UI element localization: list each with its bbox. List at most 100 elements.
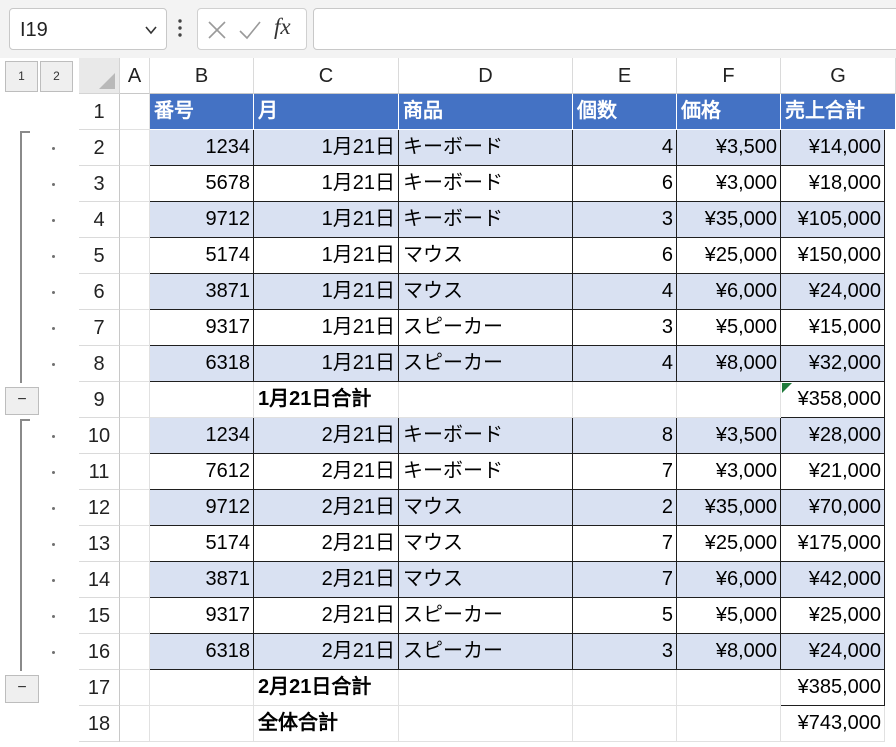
insert-function-icon[interactable]: fx [274,14,291,40]
cell-id[interactable]: 9317 [150,310,254,346]
cell-product[interactable]: キーボード [399,166,573,202]
cell[interactable] [120,346,150,382]
cell[interactable] [150,382,254,418]
check-icon[interactable] [238,19,262,41]
cell-qty[interactable]: 3 [573,634,677,670]
cell[interactable] [120,706,150,742]
name-box[interactable]: I19 [9,8,167,50]
cell-product[interactable]: キーボード [399,130,573,166]
cell-id[interactable]: 1234 [150,130,254,166]
cell[interactable] [120,130,150,166]
cell-price[interactable]: ¥35,000 [677,202,781,238]
cell-date[interactable]: 2月21日 [254,418,399,454]
cell-total[interactable]: ¥14,000 [781,130,885,166]
cell[interactable] [120,418,150,454]
cell-qty[interactable]: 3 [573,310,677,346]
cell-total[interactable]: ¥70,000 [781,490,885,526]
cell[interactable] [150,706,254,742]
column-header-c[interactable]: C [254,58,399,94]
subtotal-label[interactable]: 2月21日合計 [254,670,399,706]
cell-total[interactable]: ¥24,000 [781,274,885,310]
cell[interactable] [399,706,573,742]
row-header[interactable]: 11 [79,454,120,490]
cell-price[interactable]: ¥3,000 [677,454,781,490]
cell-total[interactable]: ¥24,000 [781,634,885,670]
cell-id[interactable]: 9712 [150,202,254,238]
outline-level-1-button[interactable]: 1 [5,61,38,92]
more-options-icon[interactable] [176,18,184,38]
cell-product[interactable]: スピーカー [399,310,573,346]
cell-qty[interactable]: 8 [573,418,677,454]
cell-qty[interactable]: 3 [573,202,677,238]
cell-product[interactable]: キーボード [399,454,573,490]
cell-date[interactable]: 1月21日 [254,130,399,166]
cell-date[interactable]: 1月21日 [254,202,399,238]
cell[interactable] [120,670,150,706]
cell-price[interactable]: ¥3,500 [677,418,781,454]
cell-product[interactable]: キーボード [399,418,573,454]
cell-total[interactable]: ¥175,000 [781,526,885,562]
subtotal-label[interactable]: 1月21日合計 [254,382,399,418]
cell-id[interactable]: 7612 [150,454,254,490]
cancel-icon[interactable] [206,19,228,41]
cell-price[interactable]: ¥25,000 [677,238,781,274]
cell-product[interactable]: スピーカー [399,634,573,670]
cell-price[interactable]: ¥8,000 [677,346,781,382]
cell-date[interactable]: 2月21日 [254,562,399,598]
cell[interactable] [120,94,150,130]
cell-product[interactable]: キーボード [399,202,573,238]
cell-date[interactable]: 2月21日 [254,490,399,526]
row-header[interactable]: 18 [79,706,120,742]
cell-id[interactable]: 9712 [150,490,254,526]
cell-date[interactable]: 1月21日 [254,274,399,310]
cell-id[interactable]: 5678 [150,166,254,202]
row-header[interactable]: 8 [79,346,120,382]
cell-qty[interactable]: 4 [573,346,677,382]
cell-product[interactable]: マウス [399,274,573,310]
cell-id[interactable]: 6318 [150,634,254,670]
cell[interactable] [120,166,150,202]
row-header[interactable]: 6 [79,274,120,310]
cell-product[interactable]: マウス [399,490,573,526]
cell-qty[interactable]: 5 [573,598,677,634]
collapse-group-2-button[interactable]: − [5,675,39,703]
grand-total-value[interactable]: ¥743,000 [781,706,885,742]
cell-product[interactable]: マウス [399,562,573,598]
row-header[interactable]: 7 [79,310,120,346]
cell[interactable] [120,382,150,418]
cell-total[interactable]: ¥42,000 [781,562,885,598]
cell-date[interactable]: 1月21日 [254,166,399,202]
cell-price[interactable]: ¥25,000 [677,526,781,562]
row-header[interactable]: 16 [79,634,120,670]
table-header-cell[interactable]: 売上合計 [781,94,896,130]
cell[interactable] [120,634,150,670]
row-header[interactable]: 4 [79,202,120,238]
cell[interactable] [399,670,573,706]
outline-level-2-button[interactable]: 2 [40,61,73,92]
cell-date[interactable]: 2月21日 [254,598,399,634]
cell-price[interactable]: ¥3,000 [677,166,781,202]
cell-total[interactable]: ¥15,000 [781,310,885,346]
cell[interactable] [120,490,150,526]
table-header-cell[interactable]: 価格 [677,94,781,130]
column-header-g[interactable]: G [781,58,896,94]
cell[interactable] [120,238,150,274]
cell-product[interactable]: スピーカー [399,346,573,382]
cell-price[interactable]: ¥6,000 [677,562,781,598]
cell-qty[interactable]: 7 [573,526,677,562]
cell-price[interactable]: ¥3,500 [677,130,781,166]
cell-date[interactable]: 1月21日 [254,346,399,382]
cell-total[interactable]: ¥105,000 [781,202,885,238]
cell[interactable] [120,526,150,562]
row-header[interactable]: 13 [79,526,120,562]
formula-input[interactable] [313,8,896,50]
row-header[interactable]: 17 [79,670,120,706]
cell-qty[interactable]: 7 [573,562,677,598]
cell-total[interactable]: ¥32,000 [781,346,885,382]
column-header-d[interactable]: D [399,58,573,94]
column-header-b[interactable]: B [150,58,254,94]
grand-total-label[interactable]: 全体合計 [254,706,399,742]
row-header[interactable]: 10 [79,418,120,454]
cell-price[interactable]: ¥5,000 [677,310,781,346]
cell-qty[interactable]: 6 [573,166,677,202]
